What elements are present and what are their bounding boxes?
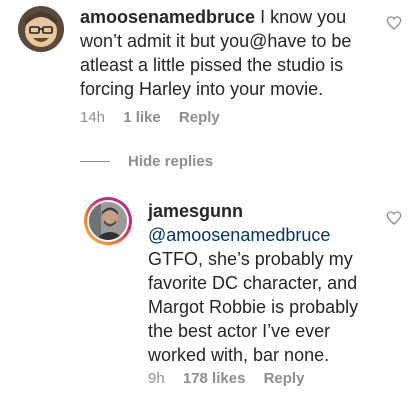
comment-likes[interactable]: 1 like — [123, 109, 161, 126]
comment-meta: 14h 1 like Reply — [80, 109, 234, 126]
cartoon-face-icon — [18, 6, 64, 52]
heart-icon[interactable] — [386, 15, 402, 31]
heart-icon[interactable] — [386, 210, 402, 226]
profile-photo-icon — [89, 202, 127, 240]
hide-replies-label: Hide replies — [128, 152, 214, 170]
comment-reply-button[interactable]: Reply — [179, 109, 220, 126]
reply-reply-button[interactable]: Reply — [264, 370, 305, 387]
reply-meta: 9h 178 likes Reply — [148, 370, 318, 387]
reply-avatar-story-ring[interactable] — [84, 197, 132, 245]
reply-likes[interactable]: 178 likes — [183, 370, 246, 387]
comment-thread: amoosenamedbruce I know you won’t admit … — [0, 0, 412, 401]
reply-mention[interactable]: @amoosenamedbruce — [148, 225, 330, 245]
comment-username[interactable]: amoosenamedbruce — [80, 7, 255, 27]
comment-time: 14h — [80, 109, 106, 126]
reply-text: GTFO, she’s probably my favorite DC char… — [148, 249, 359, 365]
divider-line — [80, 160, 110, 162]
reply-time: 9h — [148, 370, 165, 387]
hide-replies-button[interactable]: Hide replies — [80, 151, 213, 171]
reply-body: jamesgunn @amoosenamedbruce GTFO, she’s p… — [148, 199, 373, 367]
commenter-avatar[interactable] — [18, 6, 64, 52]
comment-body: amoosenamedbruce I know you won’t admit … — [80, 5, 380, 101]
reply-avatar — [89, 202, 127, 240]
reply-username[interactable]: jamesgunn — [148, 201, 243, 221]
